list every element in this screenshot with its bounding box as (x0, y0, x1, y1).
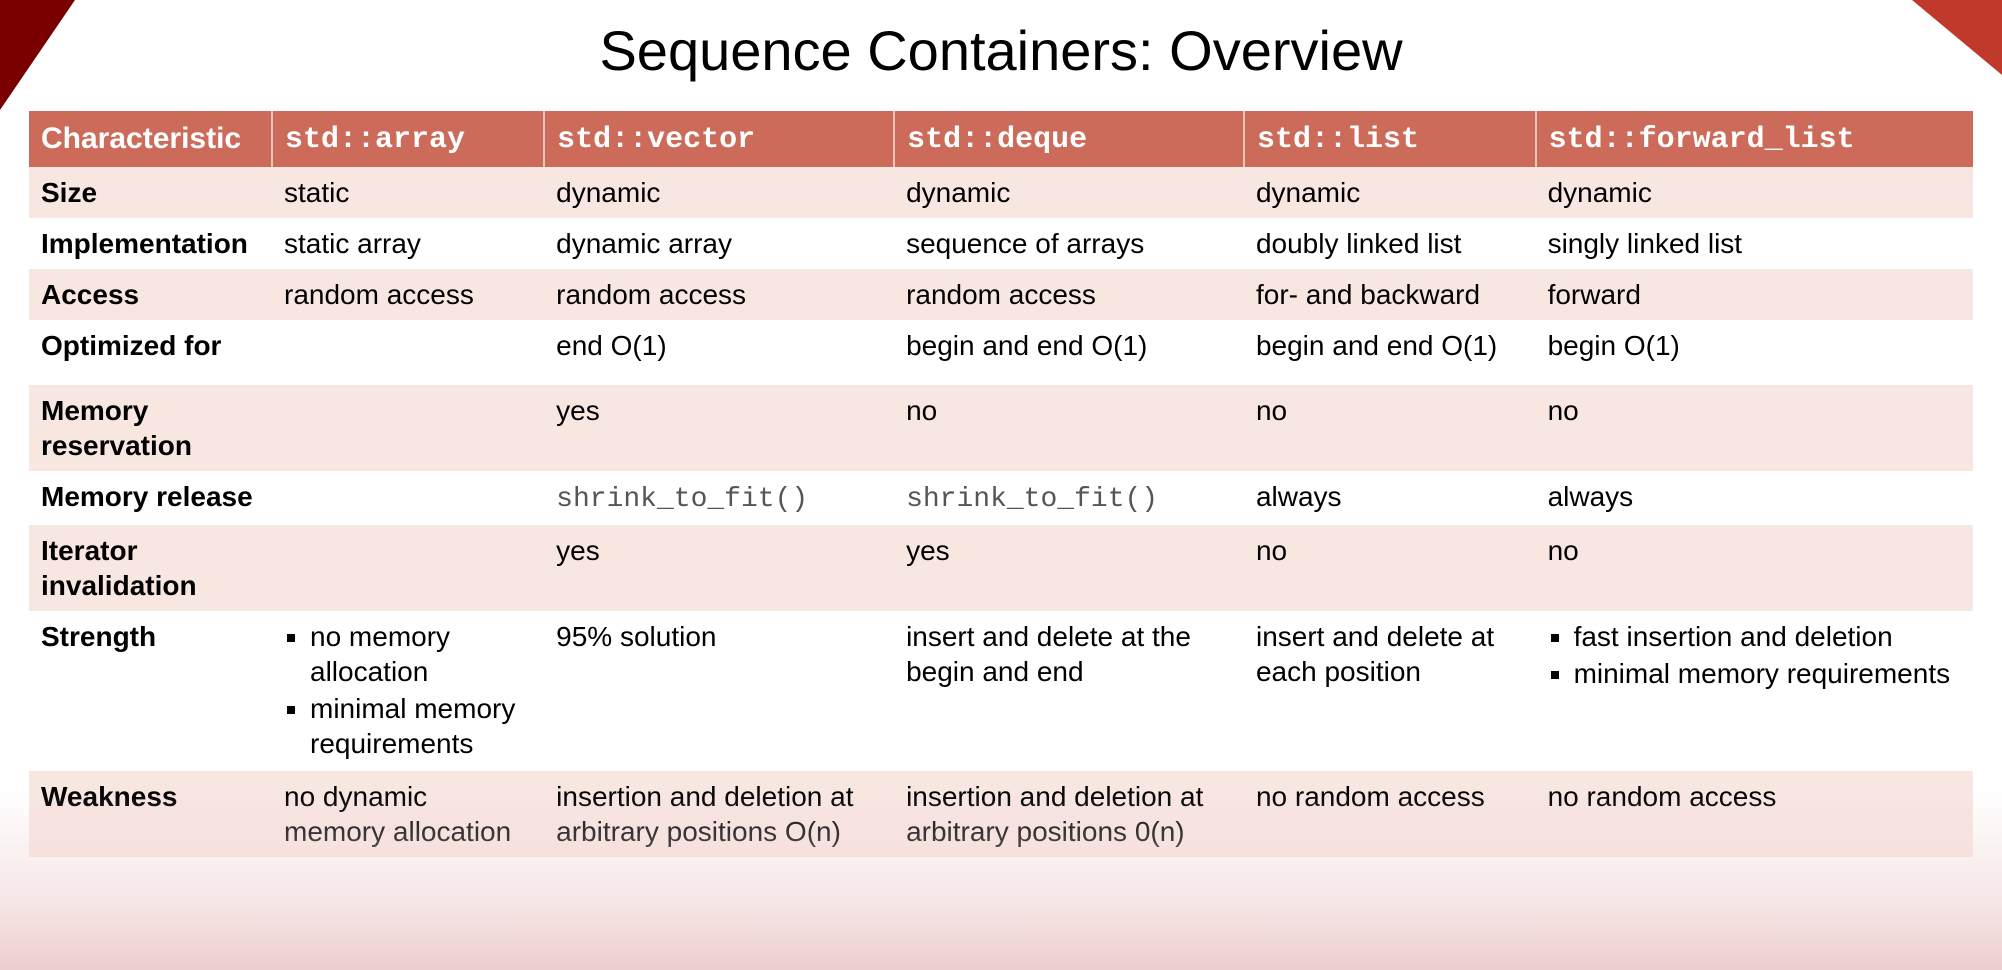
table-cell: end O(1) (544, 320, 894, 371)
col-header-container: std::forward_list (1536, 111, 1973, 167)
table-cell: no random access (1536, 771, 1973, 857)
table-cell (272, 385, 544, 471)
table-cell: fast insertion and deletionminimal memor… (1536, 611, 1973, 771)
list-item: minimal memory requirements (310, 691, 532, 761)
table-cell: dynamic (894, 167, 1244, 218)
table-cell: no (1536, 385, 1973, 471)
table-cell: yes (894, 525, 1244, 611)
table-cell: doubly linked list (1244, 218, 1536, 269)
col-header-container: std::vector (544, 111, 894, 167)
table-cell: begin and end O(1) (1244, 320, 1536, 371)
row-header: Access (29, 269, 272, 320)
table-row: Sizestaticdynamicdynamicdynamicdynamic (29, 167, 1973, 218)
table-cell: yes (544, 525, 894, 611)
table-row: Iterator invalidationyesyesnono (29, 525, 1973, 611)
code-header: std::vector (557, 123, 755, 157)
row-header: Memory reservation (29, 385, 272, 471)
table-cell: no random access (1244, 771, 1536, 857)
table-body: SizestaticdynamicdynamicdynamicdynamicIm… (29, 167, 1973, 857)
table-row: Memory reservationyesnonono (29, 385, 1973, 471)
table-cell (272, 471, 544, 525)
containers-table: Characteristic std::array std::vector std::… (29, 111, 1973, 857)
table-row: Memory release shrink_to_fit() shrink_to_f… (29, 471, 1973, 525)
table-cell: 95% solution (544, 611, 894, 771)
col-header-container: std::list (1244, 111, 1536, 167)
table-cell: random access (544, 269, 894, 320)
table-row: Optimized forend O(1)begin and end O(1)b… (29, 320, 1973, 371)
table-cell: always (1536, 471, 1973, 525)
table-header: Characteristic std::array std::vector std::… (29, 111, 1973, 167)
col-header-container: std::deque (894, 111, 1244, 167)
row-header: Memory release (29, 471, 272, 525)
table-cell: yes (544, 385, 894, 471)
table-row: Accessrandom accessrandom accessrandom a… (29, 269, 1973, 320)
table-row: Implementationstatic arraydynamic arrays… (29, 218, 1973, 269)
table-cell: insert and delete at each position (1244, 611, 1536, 771)
code-header: std::deque (907, 123, 1087, 157)
list-item: fast insertion and deletion (1574, 619, 1961, 654)
table-cell: shrink_to_fit() (544, 471, 894, 525)
table-cell: singly linked list (1536, 218, 1973, 269)
slide-title: Sequence Containers: Overview (0, 0, 2002, 111)
table-row: Strengthno memory allocationminimal memo… (29, 611, 1973, 771)
table-cell: insert and delete at the begin and end (894, 611, 1244, 771)
table-cell: no (1536, 525, 1973, 611)
col-header-characteristic: Characteristic (29, 111, 272, 167)
table-cell: static array (272, 218, 544, 269)
bullet-list: fast insertion and deletionminimal memor… (1548, 619, 1961, 691)
code-text: shrink_to_fit() (556, 484, 808, 515)
table-cell: no (894, 385, 1244, 471)
row-header: Size (29, 167, 272, 218)
code-text: shrink_to_fit() (906, 484, 1158, 515)
table-cell: begin and end O(1) (894, 320, 1244, 371)
code-header: std::forward_list (1549, 123, 1855, 157)
code-header: std::array (285, 123, 465, 157)
table-cell: always (1244, 471, 1536, 525)
col-header-container: std::array (272, 111, 544, 167)
code-header: std::list (1257, 123, 1419, 157)
bullet-list: no memory allocationminimal memory requi… (284, 619, 532, 761)
table-cell: insertion and deletion at arbitrary posi… (894, 771, 1244, 857)
table-cell: dynamic array (544, 218, 894, 269)
table-container: Characteristic std::array std::vector std::… (15, 111, 1987, 857)
row-header: Strength (29, 611, 272, 771)
table-cell: begin O(1) (1536, 320, 1973, 371)
top-left-accent (0, 0, 75, 110)
table-cell: sequence of arrays (894, 218, 1244, 269)
list-item: no memory allocation (310, 619, 532, 689)
top-right-accent (1912, 0, 2002, 75)
table-cell: insertion and deletion at arbitrary posi… (544, 771, 894, 857)
table-cell: no (1244, 385, 1536, 471)
table-cell: dynamic (1244, 167, 1536, 218)
table-cell: random access (894, 269, 1244, 320)
row-header: Implementation (29, 218, 272, 269)
table-cell: no (1244, 525, 1536, 611)
row-header: Optimized for (29, 320, 272, 371)
table-cell: for- and backward (1244, 269, 1536, 320)
list-item: minimal memory requirements (1574, 656, 1961, 691)
row-header: Iterator invalidation (29, 525, 272, 611)
table-cell: no memory allocationminimal memory requi… (272, 611, 544, 771)
table-cell: shrink_to_fit() (894, 471, 1244, 525)
table-row: Weaknessno dynamic memory allocationinse… (29, 771, 1973, 857)
table-cell: static (272, 167, 544, 218)
row-header: Weakness (29, 771, 272, 857)
table-cell: forward (1536, 269, 1973, 320)
table-cell (272, 525, 544, 611)
table-cell: random access (272, 269, 544, 320)
table-cell: no dynamic memory allocation (272, 771, 544, 857)
table-cell (272, 320, 544, 371)
table-cell: dynamic (544, 167, 894, 218)
table-cell: dynamic (1536, 167, 1973, 218)
